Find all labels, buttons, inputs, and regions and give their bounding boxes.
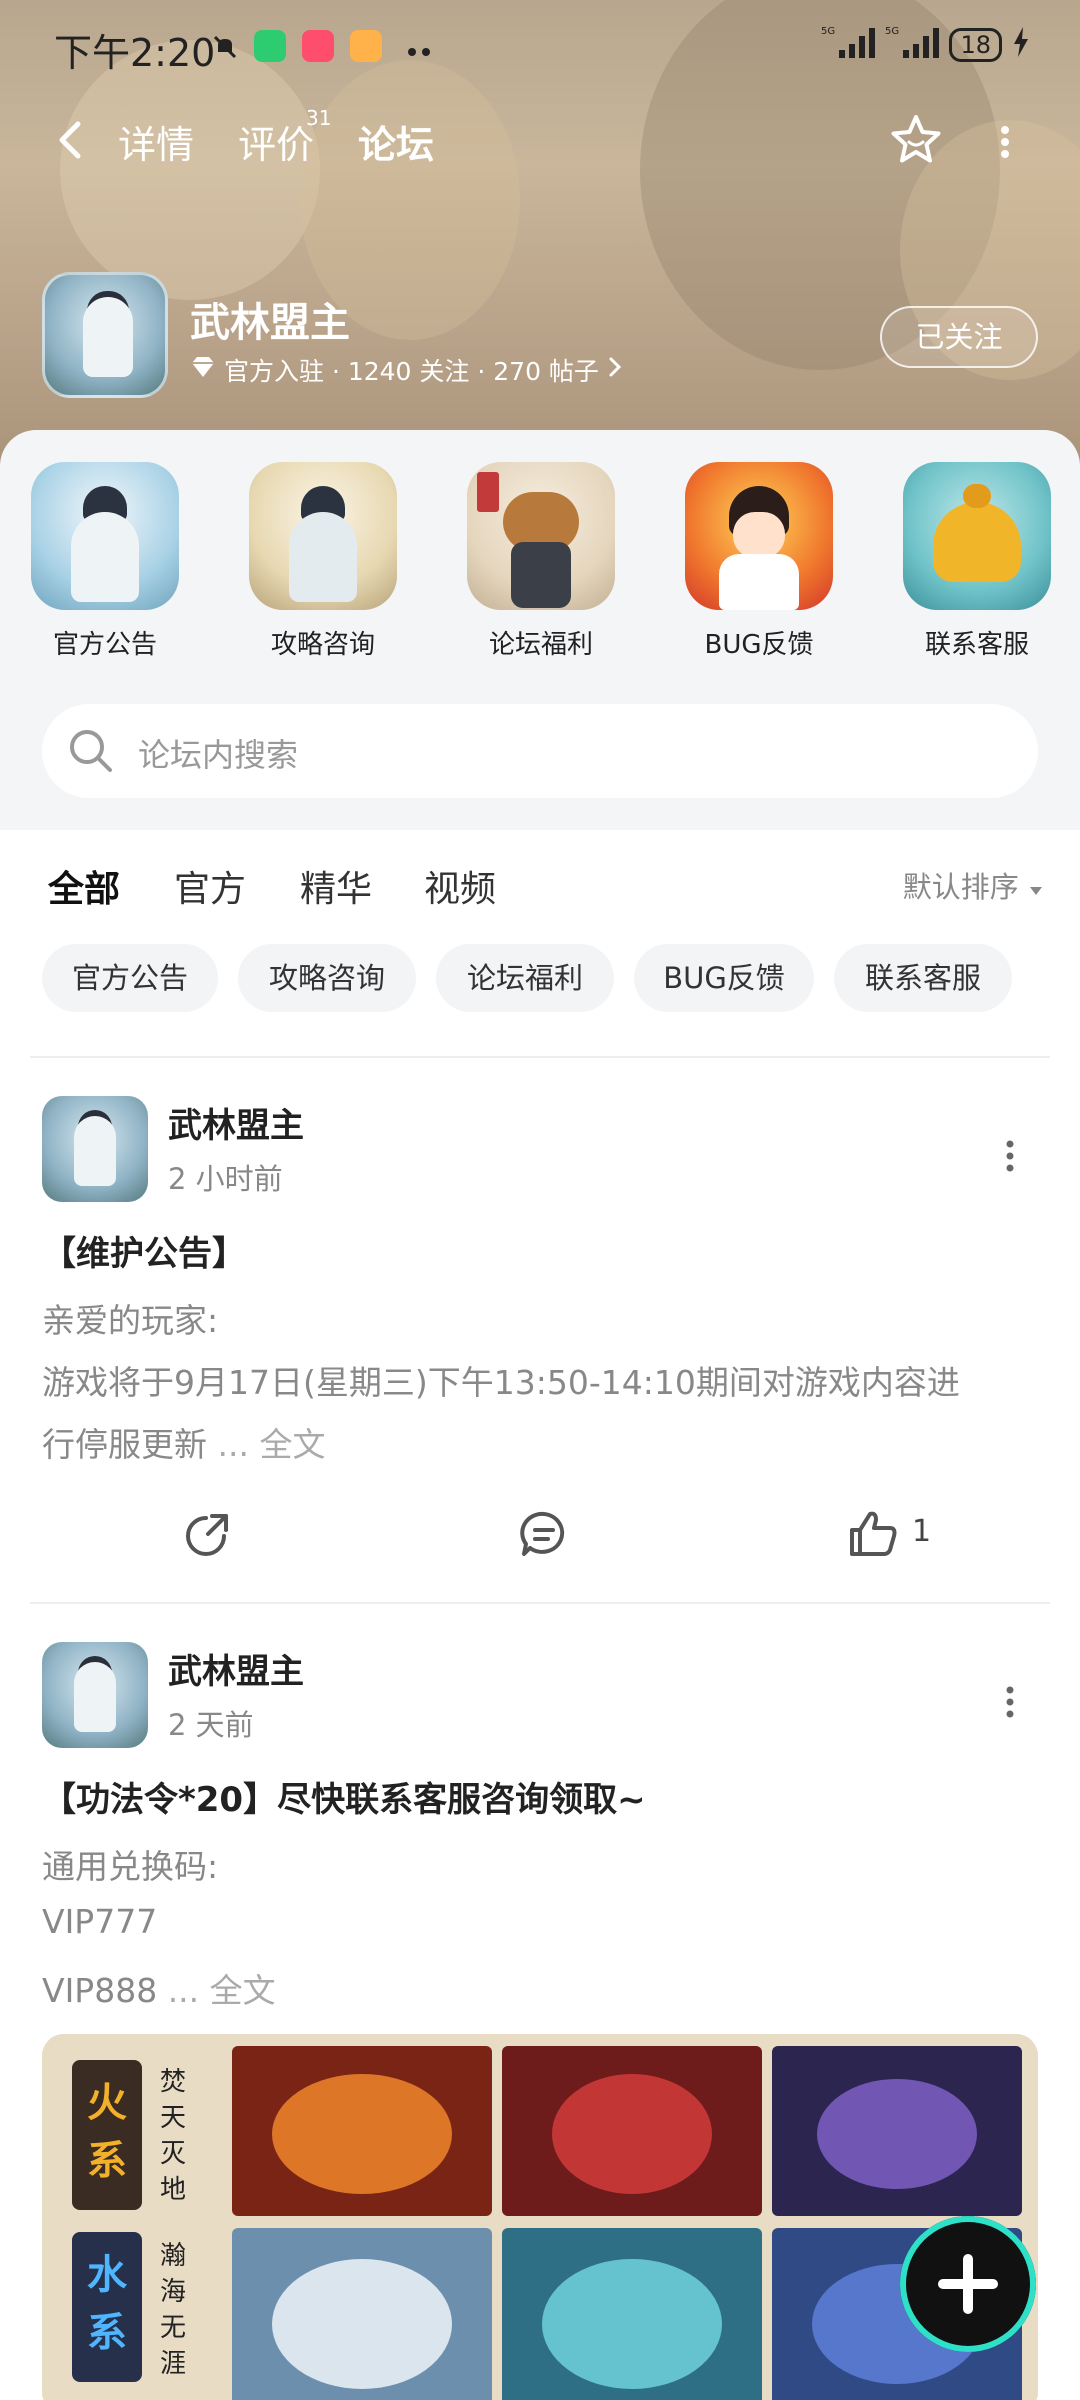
post-time: 2 天前	[168, 1708, 254, 1742]
post-line: VIP777	[42, 1902, 158, 1941]
caret-down-icon	[1028, 870, 1044, 904]
favorite-star-icon[interactable]	[888, 112, 944, 168]
category-customer-service[interactable]: 联系客服	[902, 462, 1052, 661]
post-line: 游戏将于9月17日(星期三)下午13:50-14:10期间对游戏内容进	[42, 1363, 960, 1402]
app-name: 武林盟主	[190, 300, 350, 346]
read-more-link[interactable]: ... 全文	[157, 1971, 276, 2010]
signal-icon-2: 5G	[885, 24, 940, 66]
reviews-count-badge: 31	[306, 106, 332, 130]
chevron-right-icon	[607, 355, 623, 385]
category-image	[903, 462, 1051, 610]
category-label: 官方公告	[52, 630, 157, 660]
tab-forum[interactable]: 论坛	[358, 114, 434, 169]
fire-element-label: 火系	[87, 2080, 127, 2184]
water-element-subtitle: 瀚海无涯	[160, 2241, 187, 2379]
back-arrow-icon[interactable]	[50, 118, 94, 162]
sort-dropdown[interactable]: 默认排序	[903, 864, 1044, 906]
read-more-link[interactable]: ... 全文	[207, 1425, 325, 1464]
divider	[30, 1056, 1050, 1058]
category-official-announcement[interactable]: 官方公告	[30, 462, 180, 661]
chip-customer-service[interactable]: 联系客服	[834, 944, 1012, 1012]
author-name[interactable]: 武林盟主	[168, 1098, 304, 1147]
post-line: 亲爱的玩家:	[42, 1301, 219, 1340]
tab-reviews[interactable]: 评价	[238, 114, 314, 169]
category-image	[249, 462, 397, 610]
author-name[interactable]: 武林盟主	[168, 1644, 304, 1693]
svg-text:5G: 5G	[885, 26, 899, 37]
verified-diamond-icon	[190, 355, 216, 385]
post-actions: 1	[0, 1494, 1080, 1574]
post-card[interactable]: 武林盟主 2 小时前 【维护公告】 亲爱的玩家: 游戏将于9月17日(星期三)下…	[0, 1096, 1080, 1556]
category-label: 攻略咨询	[270, 630, 375, 660]
category-forum-benefits[interactable]: 论坛福利	[466, 462, 616, 661]
notification-app-icon	[350, 30, 382, 62]
app-logo[interactable]	[42, 272, 168, 398]
filter-tabs: 全部 官方 精华 视频 默认排序	[0, 850, 1080, 920]
water-element-label: 水系	[87, 2252, 127, 2356]
app-meta-text: 官方入驻 · 1240 关注 · 270 帖子	[224, 357, 599, 386]
post-more-icon[interactable]	[1000, 1682, 1020, 1722]
filter-tab-all[interactable]: 全部	[48, 860, 120, 912]
category-label: BUG反馈	[704, 630, 814, 660]
fire-element-subtitle: 焚天灭地	[160, 2067, 187, 2205]
forum-search-bar[interactable]: 论坛内搜索	[42, 704, 1038, 798]
battery-indicator: 18	[949, 28, 1002, 62]
sort-label: 默认排序	[902, 870, 1019, 904]
post-image[interactable]: 火系 焚天灭地 水系 瀚海无涯	[42, 2034, 1038, 2400]
post-line-text: VIP888	[42, 1971, 158, 2010]
category-label: 联系客服	[924, 630, 1029, 660]
chip-strategy[interactable]: 攻略咨询	[238, 944, 416, 1012]
like-icon[interactable]	[846, 1506, 902, 1562]
post-more-icon[interactable]	[1000, 1136, 1020, 1176]
subforum-chips: 官方公告 攻略咨询 论坛福利 BUG反馈 联系客服	[0, 944, 1080, 1014]
more-notifications-icon	[408, 42, 432, 56]
post-time: 2 小时前	[168, 1162, 283, 1196]
category-row: 官方公告 攻略咨询 论坛福利 BUG反馈 联系客服	[0, 462, 1080, 662]
post-line-text: 行停服更新	[42, 1425, 207, 1464]
category-label: 论坛福利	[488, 630, 593, 660]
chip-official-announcement[interactable]: 官方公告	[42, 944, 218, 1012]
post-title[interactable]: 【维护公告】	[42, 1226, 246, 1275]
charging-icon	[1012, 27, 1030, 63]
filter-tab-video[interactable]: 视频	[424, 860, 496, 912]
category-strategy[interactable]: 攻略咨询	[248, 462, 398, 661]
mute-icon	[212, 34, 238, 60]
comment-icon[interactable]	[516, 1506, 572, 1562]
filter-tab-official[interactable]: 官方	[174, 860, 246, 912]
search-icon	[66, 726, 116, 776]
filter-tab-featured[interactable]: 精华	[300, 860, 372, 912]
category-image	[467, 462, 615, 610]
tab-details[interactable]: 详情	[118, 114, 194, 169]
app-meta[interactable]: 官方入驻 · 1240 关注 · 270 帖子	[190, 352, 623, 388]
post-title[interactable]: 【功法令*20】尽快联系客服咨询领取~	[42, 1772, 646, 1821]
category-image	[31, 462, 179, 610]
author-avatar[interactable]	[42, 1642, 148, 1748]
chip-bug-report[interactable]: BUG反馈	[634, 944, 814, 1012]
category-image	[685, 462, 833, 610]
status-bar: 下午2:20 5G 5G 18	[0, 0, 1080, 96]
post-line: 通用兑换码:	[42, 1847, 219, 1886]
search-placeholder: 论坛内搜索	[138, 736, 299, 774]
wechat-icon	[254, 30, 286, 62]
top-nav: 详情 评价 31 论坛	[0, 100, 1080, 180]
signal-icon: 5G	[821, 24, 876, 66]
category-bug-report[interactable]: BUG反馈	[684, 462, 834, 661]
post-line: 行停服更新 ... 全文	[42, 1418, 1042, 1466]
chip-forum-benefits[interactable]: 论坛福利	[436, 944, 614, 1012]
svg-text:5G: 5G	[821, 26, 835, 37]
create-post-button[interactable]	[900, 2216, 1036, 2352]
status-time: 下午2:20	[54, 31, 216, 75]
share-icon[interactable]	[180, 1506, 236, 1562]
post-line: VIP888 ... 全文	[42, 1964, 1042, 2012]
follow-button[interactable]: 已关注	[880, 306, 1038, 368]
like-count: 1	[912, 1514, 932, 1549]
author-avatar[interactable]	[42, 1096, 148, 1202]
divider	[30, 1602, 1050, 1604]
more-vertical-icon[interactable]	[990, 122, 1020, 162]
xiaohongshu-icon	[302, 30, 334, 62]
